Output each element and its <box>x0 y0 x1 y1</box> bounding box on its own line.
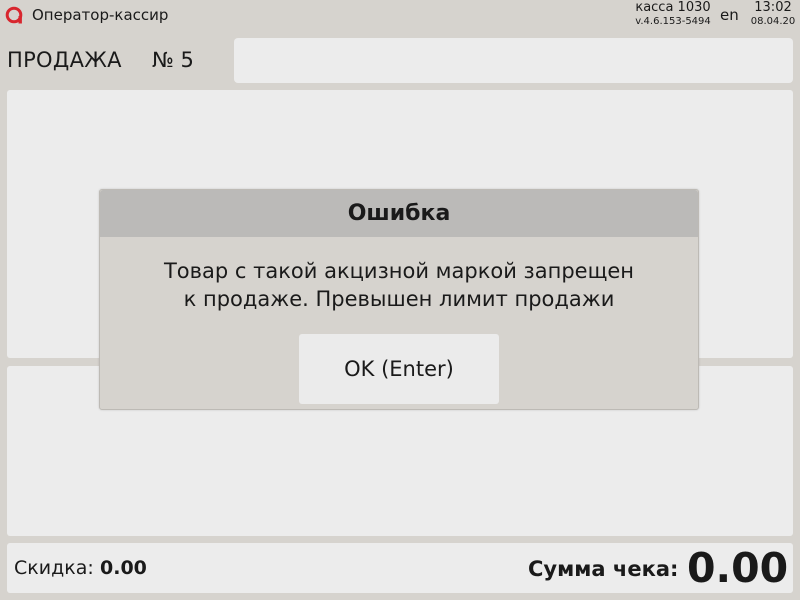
dialog-title: Ошибка <box>347 201 451 226</box>
modal-overlay: Ошибка Товар с такой акцизной маркой зап… <box>0 0 800 600</box>
dialog-header: Ошибка <box>100 190 698 237</box>
dialog-message-line-2: к продаже. Превышен лимит продажи <box>183 287 615 311</box>
dialog-message-line-1: Товар с такой акцизной маркой запрещен <box>163 259 634 283</box>
dialog-message: Товар с такой акцизной маркой запрещен к… <box>100 257 698 313</box>
error-dialog: Ошибка Товар с такой акцизной маркой зап… <box>99 189 699 410</box>
cashier-app: Оператор-кассир касса 1030 v.4.6.153-549… <box>0 0 800 600</box>
ok-button[interactable]: OK (Enter) <box>299 334 499 404</box>
